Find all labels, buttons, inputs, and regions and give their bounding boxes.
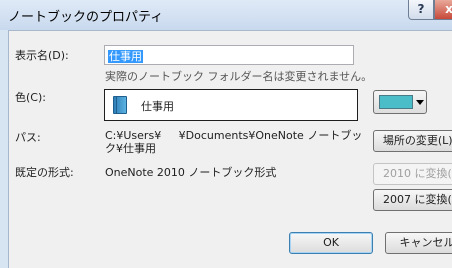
window-title: ノートブックのプロパティ bbox=[8, 10, 164, 25]
display-name-label: 表示名(D): bbox=[15, 49, 69, 62]
color-picker-button[interactable] bbox=[373, 90, 427, 114]
close-button[interactable]: x bbox=[434, 0, 452, 20]
cancel-button[interactable]: キャンセル bbox=[385, 232, 452, 254]
default-format-value: OneNote 2010 ノートブック形式 bbox=[105, 166, 277, 179]
convert-2007-button[interactable]: 2007 に変換(7) bbox=[373, 189, 452, 211]
help-button[interactable]: ? bbox=[408, 0, 434, 20]
color-preview-name: 仕事用 bbox=[141, 100, 174, 113]
default-format-label: 既定の形式: bbox=[15, 166, 74, 179]
change-location-button[interactable]: 場所の変更(L)... bbox=[373, 130, 452, 152]
color-swatch bbox=[379, 95, 413, 109]
title-bar: ノートブックのプロパティ ? x bbox=[0, 0, 452, 30]
color-preview: 仕事用 bbox=[104, 89, 358, 121]
display-name-note: 実際のノートブック フォルダー名は変更されません。 bbox=[105, 70, 373, 83]
color-label: 色(C): bbox=[15, 91, 46, 104]
dropdown-arrow-icon bbox=[416, 100, 424, 105]
convert-2010-button[interactable]: 2010 に変換(0) bbox=[373, 163, 452, 185]
dialog-body: 表示名(D): 仕事用 実際のノートブック フォルダー名は変更されません。 色(… bbox=[8, 30, 452, 268]
path-label: パス: bbox=[15, 131, 41, 144]
display-name-value: 仕事用 bbox=[108, 50, 143, 63]
display-name-input[interactable]: 仕事用 bbox=[104, 45, 354, 65]
ok-button[interactable]: OK bbox=[289, 232, 373, 254]
notebook-icon bbox=[113, 96, 127, 114]
path-value: C:¥Users¥ ¥Documents¥OneNote ノートブック¥仕事用 bbox=[105, 129, 363, 155]
